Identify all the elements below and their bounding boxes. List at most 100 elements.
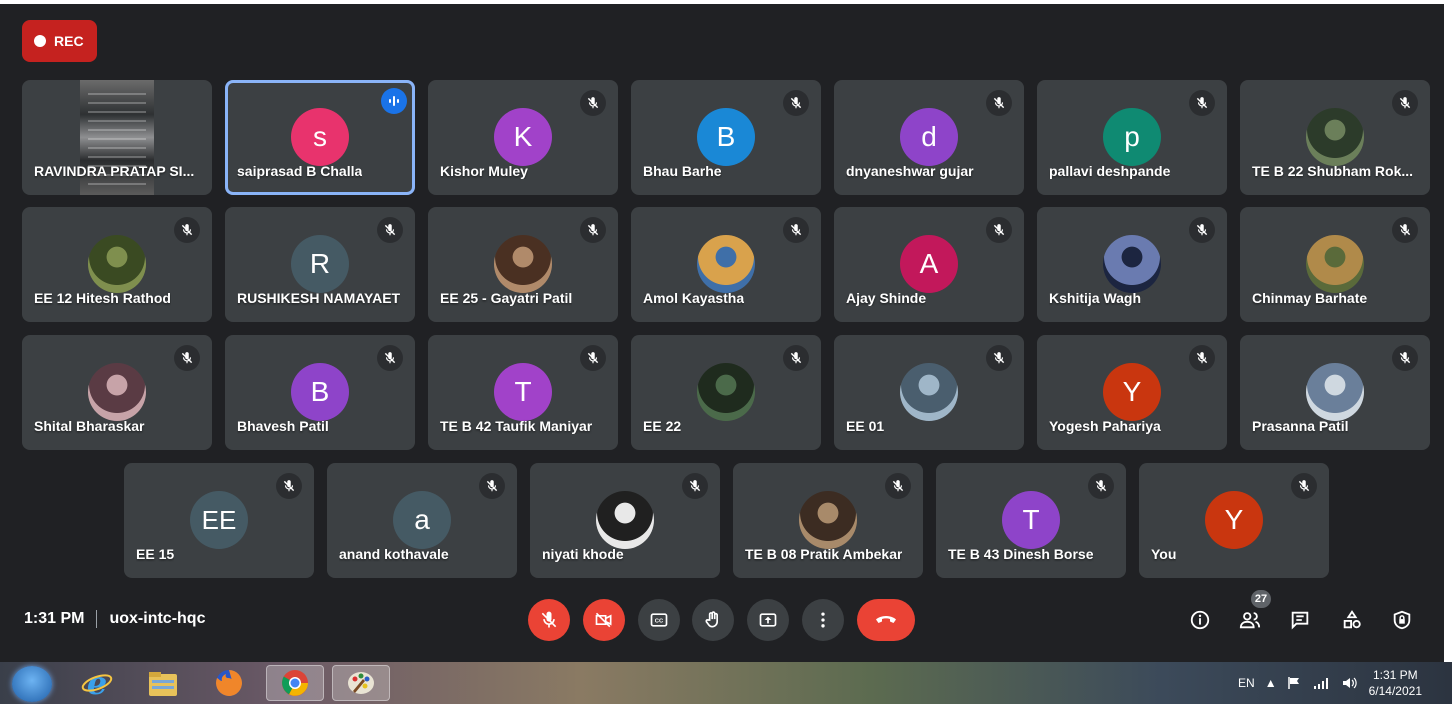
participant-initial-avatar: T bbox=[494, 363, 552, 421]
muted-mic-icon bbox=[580, 217, 606, 243]
activities-icon bbox=[1343, 610, 1361, 629]
participant-name: TE B 42 Taufik Maniyar bbox=[440, 418, 593, 434]
firefox-icon bbox=[216, 670, 242, 696]
participant-tile[interactable]: A Ajay Shinde bbox=[834, 207, 1024, 322]
clock-time: 1:31 PM bbox=[1372, 668, 1418, 682]
participant-tile[interactable]: Kshitija Wagh bbox=[1037, 207, 1227, 322]
participant-tile[interactable]: EE 12 Hitesh Rathod bbox=[22, 207, 212, 322]
participant-initial-avatar: T bbox=[1002, 491, 1060, 549]
participant-initial-avatar: K bbox=[494, 108, 552, 166]
participant-tile[interactable]: T TE B 43 Dinesh Borse bbox=[936, 463, 1126, 578]
participant-tile[interactable]: TE B 22 Shubham Rok... bbox=[1240, 80, 1430, 195]
participant-tile[interactable]: Y You bbox=[1139, 463, 1329, 578]
clock-date: 6/14/2021 bbox=[1368, 684, 1422, 698]
participant-photo-avatar bbox=[596, 491, 654, 549]
participant-name: TE B 22 Shubham Rok... bbox=[1252, 163, 1414, 179]
people-icon bbox=[1239, 612, 1261, 629]
muted-mic-icon bbox=[479, 473, 505, 499]
muted-mic-icon bbox=[885, 473, 911, 499]
windows-taskbar: e EN ▲ 1:31 PM 6/14/2021 bbox=[0, 662, 1452, 704]
chat-button[interactable] bbox=[1284, 604, 1316, 636]
muted-mic-icon bbox=[1392, 217, 1418, 243]
participant-name: Amol Kayastha bbox=[643, 290, 745, 306]
participant-tile[interactable]: Amol Kayastha bbox=[631, 207, 821, 322]
internet-explorer-icon: e bbox=[81, 667, 113, 699]
muted-mic-icon bbox=[1189, 217, 1215, 243]
participant-initial-avatar: B bbox=[697, 108, 755, 166]
participant-tile[interactable]: Prasanna Patil bbox=[1240, 335, 1430, 450]
participant-photo-avatar bbox=[494, 235, 552, 293]
system-clock[interactable]: 1:31 PM 6/14/2021 bbox=[1369, 667, 1422, 699]
meeting-info-button[interactable] bbox=[1184, 604, 1216, 636]
participant-tile[interactable]: R RUSHIKESH NAMAYAET bbox=[225, 207, 415, 322]
muted-mic-icon bbox=[580, 345, 606, 371]
language-indicator[interactable]: EN bbox=[1238, 676, 1255, 690]
participant-name: EE 12 Hitesh Rathod bbox=[34, 290, 171, 306]
shield-lock-icon bbox=[1393, 610, 1411, 630]
participant-name: Kishor Muley bbox=[440, 163, 528, 179]
participant-photo-avatar bbox=[1306, 363, 1364, 421]
participant-name: RAVINDRA PRATAP SI... bbox=[34, 163, 195, 179]
participant-tile[interactable]: EE 25 - Gayatri Patil bbox=[428, 207, 618, 322]
participant-initial-avatar: p bbox=[1103, 108, 1161, 166]
muted-mic-icon bbox=[1189, 90, 1215, 116]
participant-initial-avatar: s bbox=[291, 108, 349, 166]
svg-text:e: e bbox=[87, 667, 107, 699]
participant-tile[interactable]: B Bhavesh Patil bbox=[225, 335, 415, 450]
muted-mic-icon bbox=[174, 345, 200, 371]
participant-tile[interactable]: Chinmay Barhate bbox=[1240, 207, 1430, 322]
muted-mic-icon bbox=[1291, 473, 1317, 499]
participant-name: Bhavesh Patil bbox=[237, 418, 329, 434]
participant-name: dnyaneshwar gujar bbox=[846, 163, 974, 179]
participant-tile[interactable]: B Bhau Barhe bbox=[631, 80, 821, 195]
participant-photo-avatar bbox=[697, 235, 755, 293]
volume-icon[interactable] bbox=[1341, 676, 1359, 690]
participant-tile[interactable]: s saiprasad B Challa bbox=[225, 80, 415, 195]
participant-tile[interactable]: TE B 08 Pratik Ambekar bbox=[733, 463, 923, 578]
participant-name: RUSHIKESH NAMAYAET bbox=[237, 290, 401, 306]
participant-tile[interactable]: EE EE 15 bbox=[124, 463, 314, 578]
system-tray: EN ▲ 1:31 PM 6/14/2021 bbox=[1238, 667, 1422, 699]
participant-name: TE B 08 Pratik Ambekar bbox=[745, 546, 903, 562]
participant-tile[interactable]: RAVINDRA PRATAP SI... bbox=[22, 80, 212, 195]
start-button[interactable] bbox=[12, 666, 52, 702]
internet-explorer-taskbar-item[interactable]: e bbox=[68, 665, 126, 701]
people-button[interactable] bbox=[1234, 604, 1266, 636]
participant-initial-avatar: a bbox=[393, 491, 451, 549]
action-center-flag-icon[interactable] bbox=[1287, 676, 1303, 690]
paint-taskbar-item[interactable] bbox=[332, 665, 390, 701]
participant-tile[interactable]: niyati khode bbox=[530, 463, 720, 578]
participant-tile[interactable]: a anand kothavale bbox=[327, 463, 517, 578]
participant-tile[interactable]: K Kishor Muley bbox=[428, 80, 618, 195]
participant-tile[interactable]: EE 01 bbox=[834, 335, 1024, 450]
participant-name: pallavi deshpande bbox=[1049, 163, 1171, 179]
activities-button[interactable] bbox=[1336, 604, 1368, 636]
participant-initial-avatar: Y bbox=[1205, 491, 1263, 549]
muted-mic-icon bbox=[377, 345, 403, 371]
participant-initial-avatar: EE bbox=[190, 491, 248, 549]
show-hidden-icons-icon[interactable]: ▲ bbox=[1265, 676, 1277, 690]
participant-tile[interactable]: Shital Bharaskar bbox=[22, 335, 212, 450]
file-explorer-taskbar-item[interactable] bbox=[134, 665, 192, 701]
muted-mic-icon bbox=[580, 90, 606, 116]
participant-name: saiprasad B Challa bbox=[237, 163, 363, 179]
network-signal-icon[interactable] bbox=[1313, 676, 1331, 690]
participant-tile[interactable]: p pallavi deshpande bbox=[1037, 80, 1227, 195]
muted-mic-icon bbox=[1189, 345, 1215, 371]
participant-name: EE 25 - Gayatri Patil bbox=[440, 290, 573, 306]
participant-photo-avatar bbox=[1306, 235, 1364, 293]
participant-name: Ajay Shinde bbox=[846, 290, 927, 306]
participant-tile[interactable]: d dnyaneshwar gujar bbox=[834, 80, 1024, 195]
participant-tile[interactable]: EE 22 bbox=[631, 335, 821, 450]
host-controls-button[interactable] bbox=[1386, 604, 1418, 636]
participant-tile[interactable]: T TE B 42 Taufik Maniyar bbox=[428, 335, 618, 450]
participant-photo-avatar bbox=[88, 363, 146, 421]
participant-initial-avatar: d bbox=[900, 108, 958, 166]
participant-tile[interactable]: Y Yogesh Pahariya bbox=[1037, 335, 1227, 450]
meeting-tools bbox=[0, 604, 1444, 636]
muted-mic-icon bbox=[682, 473, 708, 499]
chrome-taskbar-item[interactable] bbox=[266, 665, 324, 701]
muted-mic-icon bbox=[986, 345, 1012, 371]
firefox-taskbar-item[interactable] bbox=[200, 665, 258, 701]
muted-mic-icon bbox=[1392, 345, 1418, 371]
